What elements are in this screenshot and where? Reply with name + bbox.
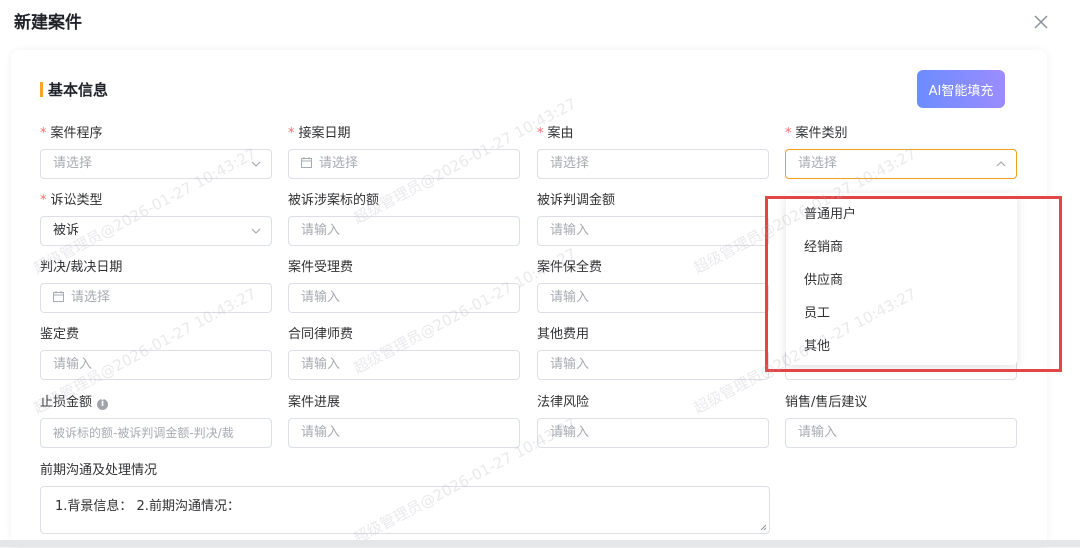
- chevron-up-icon: [996, 161, 1006, 167]
- preservation-fee-label: 案件保全费: [537, 260, 603, 275]
- case-category-label: * 案件类别: [785, 126, 848, 141]
- field-loss-stop: 止损金额 i 被诉标的额-被诉判调金额-判决/裁: [40, 394, 272, 448]
- field-sued-amount: 被诉涉案标的额 请输入: [288, 192, 520, 246]
- litigation-type-select[interactable]: 被诉: [40, 216, 272, 246]
- section-accent-bar: [40, 81, 43, 97]
- dropdown-option[interactable]: 供应商: [786, 264, 1017, 297]
- sued-mediation-label: 被诉判调金额: [537, 193, 616, 208]
- legal-risk-label: 法律风险: [537, 395, 590, 410]
- dropdown-option[interactable]: 员工: [786, 297, 1017, 330]
- field-case-cause: * 案由 请选择: [537, 125, 769, 179]
- lawyer-fee-label: 合同律师费: [288, 327, 354, 342]
- field-case-procedure: * 案件程序 请选择: [40, 125, 272, 179]
- field-sued-mediation: 被诉判调金额 请输入: [537, 192, 769, 246]
- dropdown-option[interactable]: 经销商: [786, 231, 1017, 264]
- lawyer-fee-input[interactable]: 请输入: [288, 350, 520, 380]
- sued-amount-label: 被诉涉案标的额: [288, 193, 380, 208]
- info-icon[interactable]: i: [97, 399, 109, 410]
- prior-comm-label: 前期沟通及处理情况: [40, 463, 158, 478]
- sales-advice-input[interactable]: 请输入: [785, 418, 1017, 448]
- case-cause-select[interactable]: 请选择: [537, 149, 769, 179]
- appraisal-fee-label: 鉴定费: [40, 327, 80, 342]
- case-category-dropdown: 普通用户 经销商 供应商 员工 其他: [786, 193, 1017, 365]
- loss-stop-label: 止损金额 i: [40, 394, 272, 412]
- judgment-date-picker[interactable]: 请选择: [40, 283, 272, 313]
- field-appraisal-fee: 鉴定费 请输入: [40, 326, 272, 380]
- dropdown-option[interactable]: 普通用户: [786, 198, 1017, 231]
- section-title-text: 基本信息: [48, 80, 109, 99]
- ai-fill-button[interactable]: AI智能填充: [917, 70, 1005, 108]
- calendar-icon: [301, 157, 312, 168]
- judgment-date-label: 判决/裁决日期: [40, 260, 123, 275]
- case-procedure-label: * 案件程序: [40, 126, 103, 141]
- resize-grip-icon[interactable]: [759, 523, 767, 531]
- sued-amount-input[interactable]: 请输入: [288, 216, 520, 246]
- field-other-fee: 其他费用 请输入: [537, 326, 769, 380]
- chevron-down-icon: [251, 161, 261, 167]
- case-category-select[interactable]: 请选择: [785, 149, 1017, 179]
- loss-stop-input[interactable]: 被诉标的额-被诉判调金额-判决/裁: [40, 418, 272, 448]
- accept-date-picker[interactable]: 请选择: [288, 149, 520, 179]
- field-accept-date: * 接案日期 请选择: [288, 125, 520, 179]
- field-case-progress: 案件进展 请输入: [288, 394, 520, 448]
- new-case-dialog: 新建案件 基本信息 AI智能填充 * 案件程序 请选择 * 接案日期 请选择 * 案由…: [0, 0, 1080, 547]
- appraisal-fee-input[interactable]: 请输入: [40, 350, 272, 380]
- sales-advice-label: 销售/售后建议: [785, 395, 868, 410]
- accept-date-label: * 接案日期: [288, 126, 351, 141]
- preservation-fee-input[interactable]: 请输入: [537, 283, 769, 313]
- section-title: 基本信息: [40, 78, 108, 100]
- field-acceptance-fee: 案件受理费 请输入: [288, 259, 520, 313]
- acceptance-fee-label: 案件受理费: [288, 260, 354, 275]
- legal-risk-input[interactable]: 请输入: [537, 418, 769, 448]
- case-cause-label: * 案由: [537, 126, 574, 141]
- field-legal-risk: 法律风险 请输入: [537, 394, 769, 448]
- bottom-scroll-bar: [0, 540, 1080, 547]
- case-progress-label: 案件进展: [288, 395, 341, 410]
- acceptance-fee-input[interactable]: 请输入: [288, 283, 520, 313]
- case-procedure-select[interactable]: 请选择: [40, 149, 272, 179]
- sued-mediation-input[interactable]: 请输入: [537, 216, 769, 246]
- field-case-category: * 案件类别 请选择: [785, 125, 1017, 179]
- chevron-down-icon: [251, 228, 261, 234]
- field-litigation-type: * 诉讼类型 被诉: [40, 192, 272, 246]
- field-lawyer-fee: 合同律师费 请输入: [288, 326, 520, 380]
- field-judgment-date: 判决/裁决日期 请选择: [40, 259, 272, 313]
- field-sales-advice: 销售/售后建议 请输入: [785, 394, 1017, 448]
- dropdown-option[interactable]: 其他: [786, 330, 1017, 363]
- litigation-type-label: * 诉讼类型: [40, 193, 103, 208]
- close-icon[interactable]: [1031, 12, 1051, 32]
- other-fee-input[interactable]: 请输入: [537, 350, 769, 380]
- other-fee-label: 其他费用: [537, 327, 590, 342]
- calendar-icon: [53, 291, 64, 302]
- dialog-title: 新建案件: [14, 13, 82, 33]
- field-preservation-fee: 案件保全费 请输入: [537, 259, 769, 313]
- case-progress-input[interactable]: 请输入: [288, 418, 520, 448]
- prior-comm-textarea[interactable]: 1.背景信息： 2.前期沟通情况：: [40, 486, 770, 534]
